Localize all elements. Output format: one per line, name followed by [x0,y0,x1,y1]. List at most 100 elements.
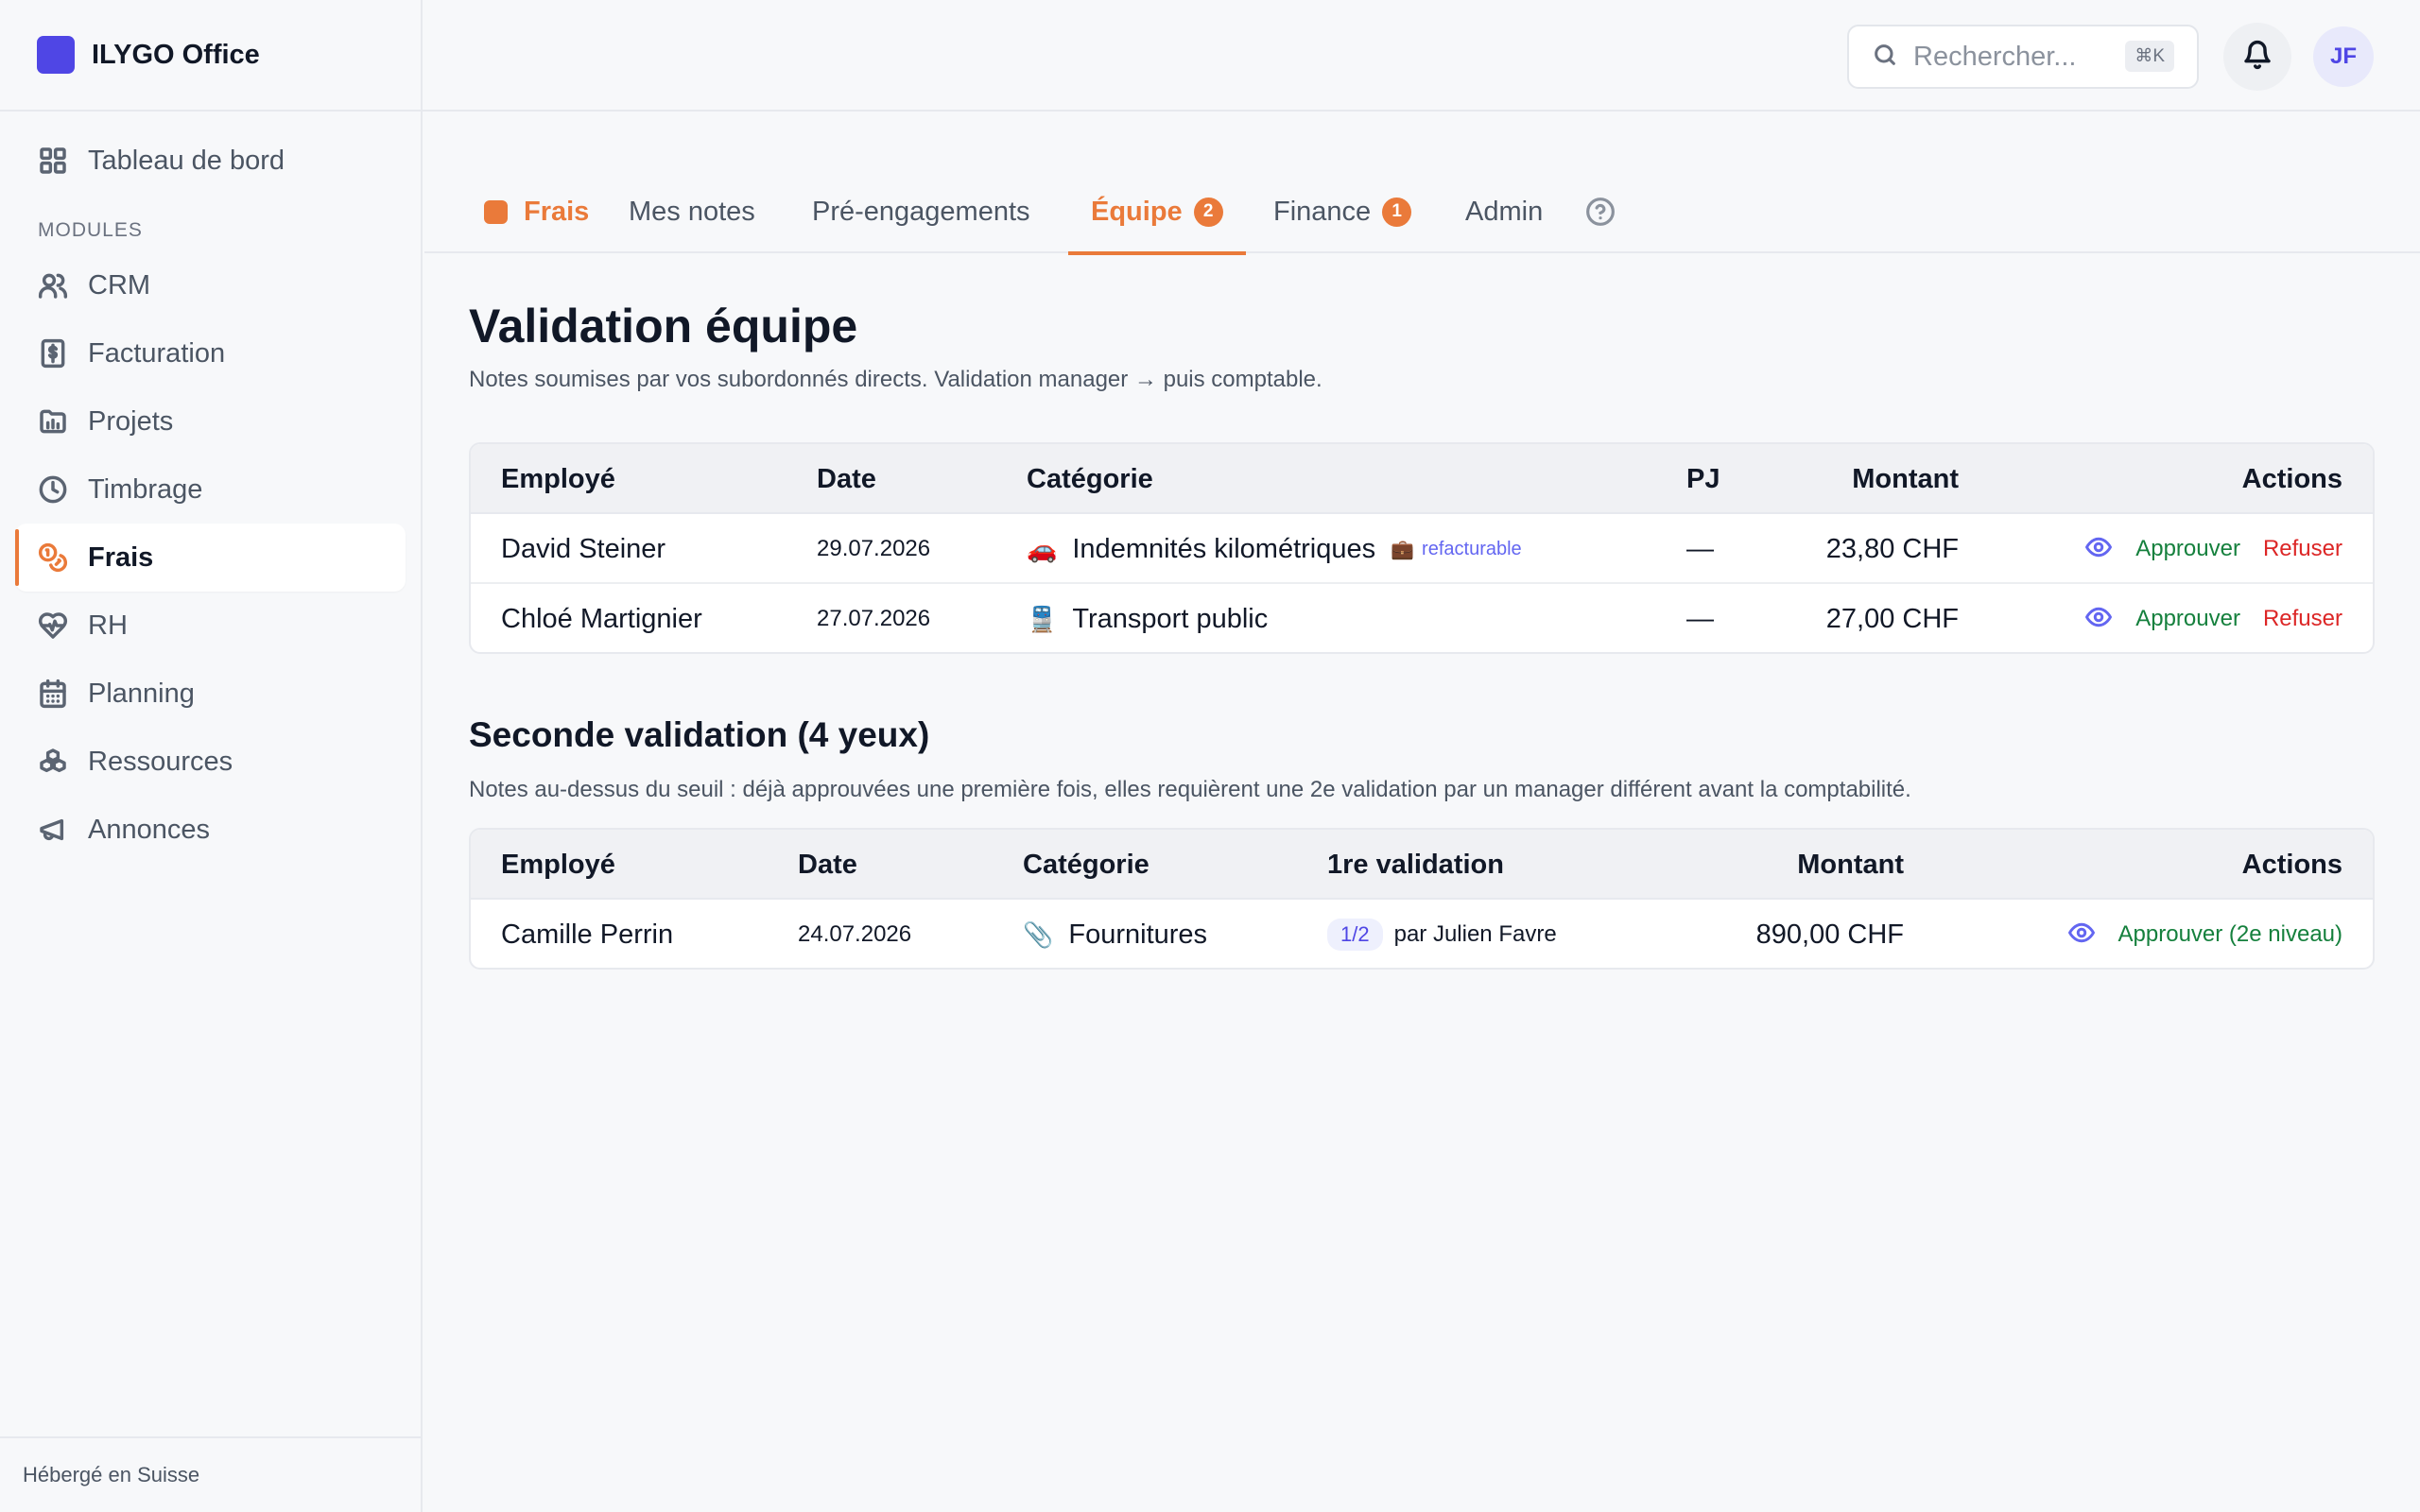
employee-name: David Steiner [501,533,666,564]
heart-pulse-icon [37,610,69,642]
count-badge: 2 [1193,197,1223,227]
row-actions: Approuver (2e niveau) [2067,900,2342,968]
refuse-button[interactable]: Refuser [2263,606,2342,632]
tab-pre-engagements[interactable]: Pré-engagements [812,170,1030,253]
column-header-actions: Actions [2241,463,2342,494]
sidebar-item-annonces[interactable]: Annonces [15,796,406,864]
tab-label: Finance [1273,196,1372,227]
sidebar-item-crm[interactable]: CRM [15,251,406,319]
tab-label: Admin [1465,196,1544,227]
tab-label: Mes notes [629,196,755,227]
sidebar-item-projets[interactable]: Projets [15,387,406,455]
validation-step-badge: 1/2 [1327,919,1383,951]
refuse-button[interactable]: Refuser [2263,536,2342,562]
sidebar-item-frais[interactable]: Frais [15,524,406,592]
users-icon [37,269,69,301]
avatar[interactable]: JF [2313,26,2374,87]
column-header-amount: Montant [1797,849,1904,880]
search-shortcut: ⌘K [2125,41,2174,72]
team-validation-table: Employé Date Catégorie PJ Montant Action… [469,442,2375,654]
page-title: Validation équipe [469,300,858,352]
folder-chart-icon [37,405,69,438]
frais-module-icon [484,199,508,224]
approve-button[interactable]: Approuver [2135,536,2240,562]
row-actions: Approuver Refuser [2084,584,2342,652]
calendar-icon [37,678,69,710]
category-label: Fournitures [1068,919,1208,950]
expense-category: 🚆 Transport public [1027,584,1268,652]
table-row: Camille Perrin 24.07.2026 📎 Fournitures … [471,900,2373,968]
expense-category: 📎 Fournitures [1023,900,1208,968]
tab-finance[interactable]: Finance 1 [1273,170,1412,253]
expense-date: 29.07.2026 [817,536,931,561]
expense-amount: 27,00 CHF [1825,603,1959,634]
train-icon: 🚆 [1027,604,1058,633]
brand[interactable]: ILYGO Office [0,0,421,112]
tab-equipe[interactable]: Équipe 2 [1068,170,1246,255]
sidebar-item-label: Annonces [88,814,210,845]
eye-icon [2067,922,2096,951]
sidebar-item-label: Projets [88,405,174,437]
column-header-employee: Employé [501,849,615,880]
sidebar-item-ressources[interactable]: Ressources [15,728,406,796]
table-row: Chloé Martignier 27.07.2026 🚆 Transport … [471,584,2373,652]
sidebar-item-facturation[interactable]: Facturation [15,319,406,387]
eye-icon [2084,607,2113,635]
expense-amount: 23,80 CHF [1825,533,1959,564]
tab-admin[interactable]: Admin [1465,170,1543,253]
sidebar-item-rh[interactable]: RH [15,592,406,660]
expense-amount: 890,00 CHF [1755,919,1904,950]
table-row: David Steiner 29.07.2026 🚗 Indemnités ki… [471,514,2373,584]
hosting-note: Hébergé en Suisse [0,1436,421,1512]
sidebar-item-label: Timbrage [88,473,203,505]
clock-icon [37,473,69,506]
tab-label: Frais [524,196,590,227]
sidebar: ILYGO Office Tableau de bord MODULES CRM… [0,0,423,1512]
paperclip-icon: 📎 [1023,919,1054,949]
second-validation-table: Employé Date Catégorie 1re validation Mo… [469,828,2375,970]
tab-mes-notes[interactable]: Mes notes [629,170,755,253]
app-title: ILYGO Office [92,39,260,70]
column-header-category: Catégorie [1023,849,1150,880]
column-header-actions: Actions [2241,849,2342,880]
view-button[interactable] [2084,603,2113,636]
help-button[interactable] [1585,170,1616,253]
employee-name: Chloé Martignier [501,603,702,634]
section-title: Seconde validation (4 yeux) [469,715,930,754]
section-label: MODULES [38,219,143,241]
approve-second-level-button[interactable]: Approuver (2e niveau) [2118,921,2342,948]
sidebar-item-label: Facturation [88,337,226,369]
megaphone-icon [37,814,69,846]
dashboard-icon [37,145,69,177]
sidebar-item-dashboard[interactable]: Tableau de bord [15,127,406,195]
sidebar-item-label: Planning [88,678,195,709]
employee-name: Camille Perrin [501,919,674,950]
help-icon [1585,197,1616,227]
column-header-attachment: PJ [1686,463,1720,494]
coins-icon [37,541,69,574]
notifications-button[interactable] [2223,23,2291,91]
search-placeholder: Rechercher... [1913,41,2077,72]
view-button[interactable] [2084,533,2113,566]
sidebar-item-label: CRM [88,269,151,301]
attachment-cell: — [1686,533,1714,564]
sidebar-item-label: Ressources [88,746,233,777]
tag-label: refacturable [1422,538,1522,559]
section-subtitle: Notes au-dessus du seuil : déjà approuvé… [469,777,1911,802]
page-subtitle: Notes soumises par vos subordonnés direc… [469,367,1322,392]
module-tabs: Frais Mes notes Pré-engagements Équipe 2… [424,170,2420,255]
tab-frais[interactable]: Frais [484,170,589,253]
sidebar-item-label: Tableau de bord [88,145,285,176]
sidebar-item-label: Frais [88,541,154,573]
expense-date: 27.07.2026 [817,606,931,631]
approve-button[interactable]: Approuver [2135,606,2240,632]
search-input[interactable]: Rechercher... ⌘K [1847,25,2199,89]
sidebar-item-label: RH [88,610,128,641]
sidebar-item-timbrage[interactable]: Timbrage [15,455,406,524]
sidebar-item-planning[interactable]: Planning [15,660,406,728]
validated-by: par Julien Favre [1393,921,1557,947]
search-icon [1872,42,1898,73]
tab-label: Équipe [1091,196,1183,227]
view-button[interactable] [2067,919,2096,952]
table-header: Employé Date Catégorie PJ Montant Action… [471,444,2373,514]
